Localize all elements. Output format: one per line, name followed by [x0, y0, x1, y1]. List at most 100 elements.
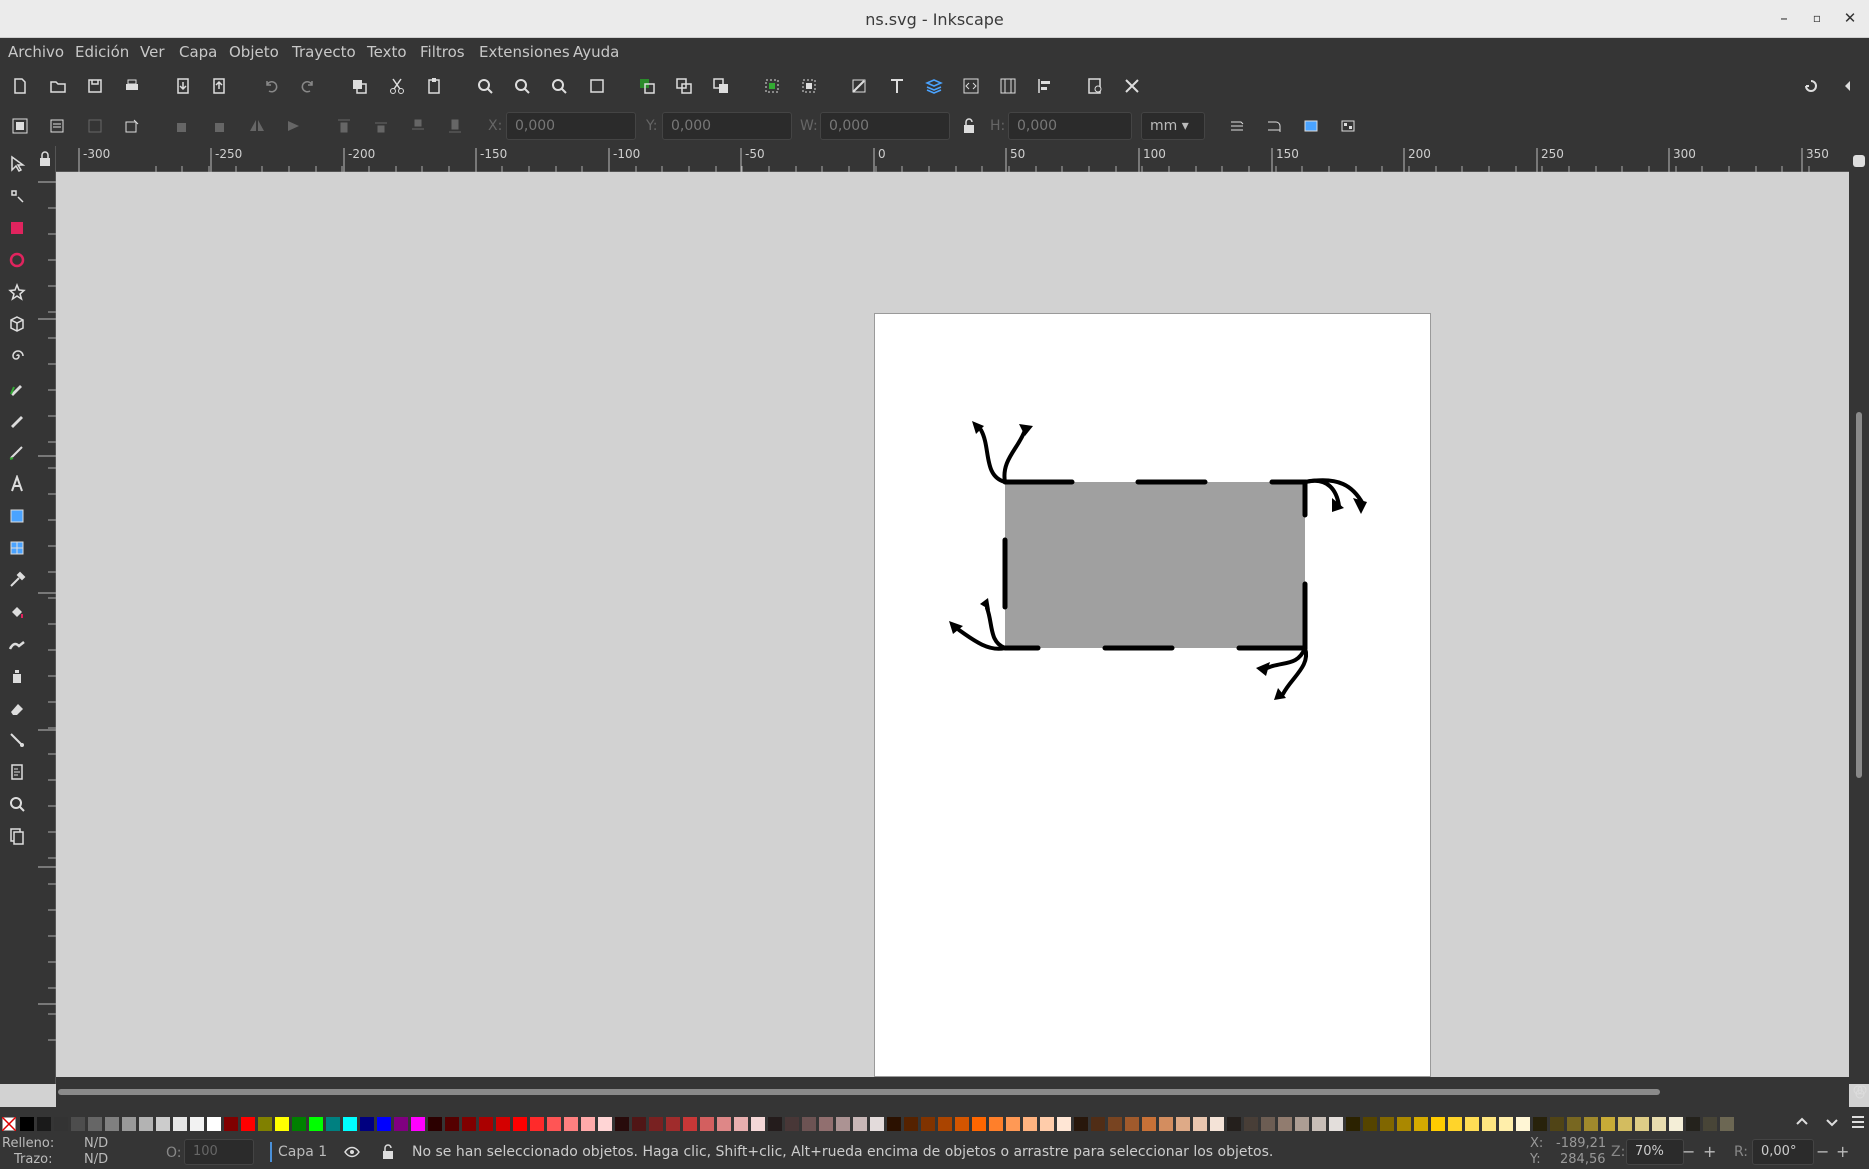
- color-swatch[interactable]: [751, 1117, 765, 1131]
- color-swatch[interactable]: [1652, 1117, 1666, 1131]
- current-layer[interactable]: Capa 1: [278, 1144, 327, 1160]
- color-swatch[interactable]: [1448, 1117, 1462, 1131]
- color-swatch[interactable]: [428, 1117, 442, 1131]
- color-swatch[interactable]: [173, 1117, 187, 1131]
- vertical-scroll-thumb[interactable]: [1856, 412, 1862, 778]
- palette-scroll-up-icon[interactable]: [1791, 1111, 1813, 1133]
- rotation-field[interactable]: 0,00°: [1752, 1139, 1814, 1165]
- color-swatch[interactable]: [666, 1117, 680, 1131]
- touch-select-icon[interactable]: [121, 115, 143, 137]
- gray-rectangle[interactable]: [1005, 482, 1305, 648]
- color-swatch[interactable]: [88, 1117, 102, 1131]
- color-swatch[interactable]: [700, 1117, 714, 1131]
- color-swatch[interactable]: [683, 1117, 697, 1131]
- rectangle-tool-icon[interactable]: [6, 217, 28, 239]
- color-swatch[interactable]: [207, 1117, 221, 1131]
- color-swatch[interactable]: [1023, 1117, 1037, 1131]
- color-swatch[interactable]: [479, 1117, 493, 1131]
- color-swatch[interactable]: [1329, 1117, 1343, 1131]
- color-swatch[interactable]: [1703, 1117, 1717, 1131]
- color-swatch[interactable]: [1278, 1117, 1292, 1131]
- drawing[interactable]: [56, 172, 1849, 1077]
- color-swatch[interactable]: [1006, 1117, 1020, 1131]
- color-swatch[interactable]: [1227, 1117, 1241, 1131]
- stroke-value[interactable]: N/D: [84, 1152, 108, 1167]
- color-swatch[interactable]: [224, 1117, 238, 1131]
- color-swatch[interactable]: [1397, 1117, 1411, 1131]
- color-swatch[interactable]: [258, 1117, 272, 1131]
- rotate-ccw-icon[interactable]: [171, 115, 193, 137]
- zoom-width-icon[interactable]: [586, 75, 608, 97]
- color-swatch[interactable]: [54, 1117, 68, 1131]
- color-swatch[interactable]: [377, 1117, 391, 1131]
- color-swatch[interactable]: [870, 1117, 884, 1131]
- raise-to-top-icon[interactable]: [333, 115, 355, 137]
- y-field[interactable]: 0,000: [662, 112, 792, 140]
- zoom-selection-icon[interactable]: [474, 75, 496, 97]
- color-swatch[interactable]: [411, 1117, 425, 1131]
- selector-tool-icon[interactable]: [6, 153, 28, 175]
- color-swatch[interactable]: [632, 1117, 646, 1131]
- xml-editor-icon[interactable]: [960, 75, 982, 97]
- ellipse-tool-icon[interactable]: [6, 249, 28, 271]
- color-swatch[interactable]: [190, 1117, 204, 1131]
- color-swatch[interactable]: [343, 1117, 357, 1131]
- color-swatch[interactable]: [37, 1117, 51, 1131]
- mesh-tool-icon[interactable]: [6, 537, 28, 559]
- paint-bucket-tool-icon[interactable]: [6, 601, 28, 623]
- color-swatch[interactable]: [1686, 1117, 1700, 1131]
- color-swatch[interactable]: [496, 1117, 510, 1131]
- color-swatch[interactable]: [1380, 1117, 1394, 1131]
- text-font-icon[interactable]: [886, 75, 908, 97]
- color-swatch[interactable]: [785, 1117, 799, 1131]
- duplicate-icon[interactable]: [636, 75, 658, 97]
- color-swatch[interactable]: [1414, 1117, 1428, 1131]
- color-managed-view-icon[interactable]: [1849, 1081, 1869, 1103]
- color-swatch[interactable]: [1499, 1117, 1513, 1131]
- zoom-out-icon[interactable]: −: [1682, 1142, 1695, 1161]
- color-swatch[interactable]: [1465, 1117, 1479, 1131]
- eraser-tool-icon[interactable]: [6, 697, 28, 719]
- text-tool-icon[interactable]: [6, 473, 28, 495]
- import-icon[interactable]: [172, 75, 194, 97]
- unlink-clone-icon[interactable]: [710, 75, 732, 97]
- layer-visibility-icon[interactable]: [341, 1141, 363, 1163]
- connector-tool-icon[interactable]: [6, 729, 28, 751]
- no-paint-swatch[interactable]: [2, 1117, 16, 1131]
- color-swatch[interactable]: [1431, 1117, 1445, 1131]
- zoom-correction-icon[interactable]: [1848, 150, 1869, 172]
- deselect-icon[interactable]: [84, 115, 106, 137]
- color-swatch[interactable]: [156, 1117, 170, 1131]
- color-swatch[interactable]: [513, 1117, 527, 1131]
- color-swatch[interactable]: [1669, 1117, 1683, 1131]
- color-swatch[interactable]: [445, 1117, 459, 1131]
- color-swatch[interactable]: [1567, 1117, 1581, 1131]
- color-swatch[interactable]: [1176, 1117, 1190, 1131]
- color-swatch[interactable]: [564, 1117, 578, 1131]
- measure-tool-icon[interactable]: [6, 761, 28, 783]
- color-swatch[interactable]: [938, 1117, 952, 1131]
- color-swatch[interactable]: [105, 1117, 119, 1131]
- 3d-box-tool-icon[interactable]: [6, 313, 28, 335]
- color-swatch[interactable]: [1516, 1117, 1530, 1131]
- print-icon[interactable]: [121, 75, 143, 97]
- color-swatch[interactable]: [1261, 1117, 1275, 1131]
- color-swatch[interactable]: [1295, 1117, 1309, 1131]
- color-swatch[interactable]: [598, 1117, 612, 1131]
- color-swatch[interactable]: [1312, 1117, 1326, 1131]
- color-swatch[interactable]: [802, 1117, 816, 1131]
- color-swatch[interactable]: [1635, 1117, 1649, 1131]
- opacity-field[interactable]: 100: [184, 1139, 254, 1165]
- snap-toggle-icon[interactable]: [1800, 75, 1822, 97]
- scale-stroke-icon[interactable]: [1226, 115, 1248, 137]
- color-swatch[interactable]: [394, 1117, 408, 1131]
- unit-select[interactable]: mm ▾: [1141, 112, 1205, 140]
- new-document-icon[interactable]: [9, 75, 31, 97]
- color-swatch[interactable]: [1346, 1117, 1360, 1131]
- menu-filtros[interactable]: Filtros: [420, 43, 465, 61]
- select-all-layers-icon[interactable]: [46, 115, 68, 137]
- rotate-cw-icon[interactable]: [208, 115, 230, 137]
- menu-ver[interactable]: Ver: [140, 43, 165, 61]
- color-swatch[interactable]: [1125, 1117, 1139, 1131]
- fill-stroke-icon[interactable]: [848, 75, 870, 97]
